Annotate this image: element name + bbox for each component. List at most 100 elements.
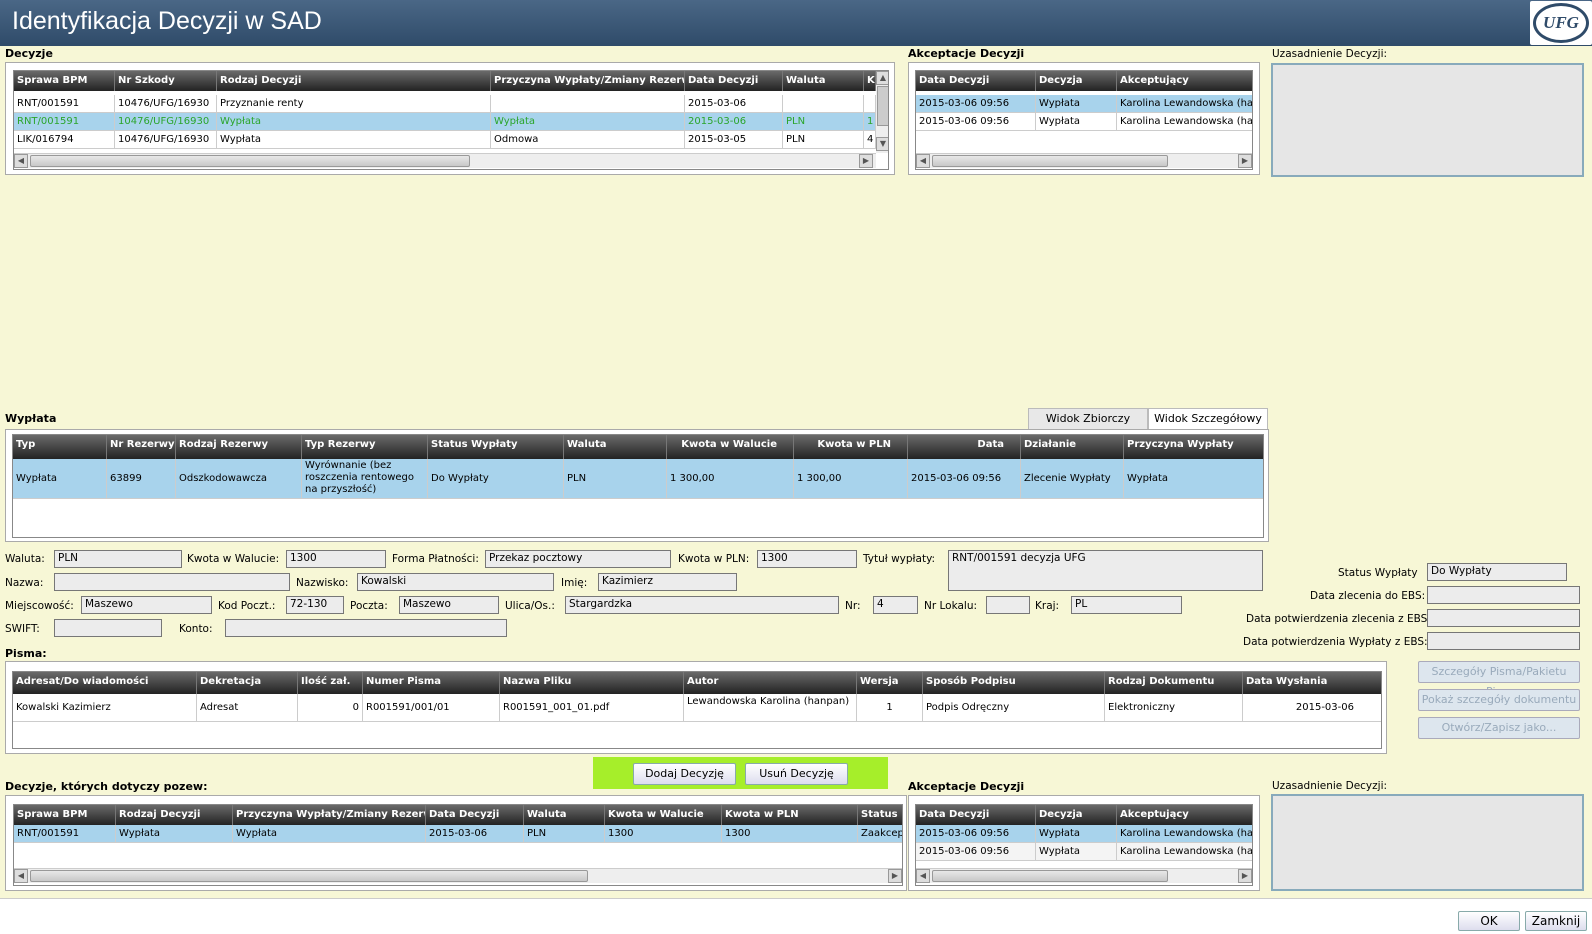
col-rodzaj-decyzji[interactable]: Rodzaj Decyzji <box>217 71 491 91</box>
horizontal-scrollbar[interactable]: ◀ ▶ <box>916 868 1252 883</box>
col-ilosc-zal[interactable]: Ilość zał. <box>298 672 363 694</box>
col-data-decyzji[interactable]: Data Decyzji <box>685 71 783 91</box>
scroll-thumb[interactable] <box>30 155 470 167</box>
col-adresat[interactable]: Adresat/Do wiadomości <box>13 672 197 694</box>
tab-widok-zbiorczy[interactable]: Widok Zbiorczy <box>1028 408 1148 430</box>
scroll-down-icon[interactable]: ▼ <box>876 137 888 151</box>
scroll-up-icon[interactable]: ▲ <box>876 71 888 85</box>
poczta-field[interactable]: Maszewo <box>399 596 499 614</box>
col-akceptujacy[interactable]: Akceptujący <box>1117 71 1252 91</box>
scroll-left-icon[interactable]: ◀ <box>14 869 28 883</box>
col-typ[interactable]: Typ <box>13 435 107 459</box>
horizontal-scrollbar[interactable]: ◀ ▶ <box>14 868 902 883</box>
col-data[interactable]: Data <box>908 435 1021 459</box>
scroll-left-icon[interactable]: ◀ <box>916 154 930 168</box>
close-button[interactable]: Zamknij <box>1525 911 1587 931</box>
tytul-wyplaty-field[interactable]: RNT/001591 decyzja UFG <box>948 550 1263 591</box>
open-save-button[interactable]: Otwórz/Zapisz jako... <box>1418 717 1580 739</box>
scroll-thumb[interactable] <box>877 86 888 126</box>
col-akceptujacy[interactable]: Akceptujący <box>1117 805 1252 825</box>
col-waluta[interactable]: Waluta <box>524 805 605 825</box>
col-data-wyslania[interactable]: Data Wysłania <box>1243 672 1381 694</box>
scroll-right-icon[interactable]: ▶ <box>1238 869 1252 883</box>
col-k[interactable]: K <box>864 71 876 91</box>
col-nr-rezerwy[interactable]: Nr Rezerwy <box>107 435 176 459</box>
horizontal-scrollbar[interactable]: ◀ ▶ <box>916 153 1252 168</box>
data-potw-zlecenia-field[interactable] <box>1427 609 1580 627</box>
horizontal-scrollbar[interactable]: ◀ ▶ <box>14 153 876 168</box>
nr-lokalu-field[interactable] <box>986 596 1030 614</box>
col-przyczyna[interactable]: Przyczyna Wypłaty/Zmiany Rezerwy <box>491 71 685 91</box>
ulica-field[interactable]: Stargardzka <box>565 596 839 614</box>
col-status[interactable]: Status <box>858 805 902 825</box>
data-zlecenia-field[interactable] <box>1427 586 1580 604</box>
col-sprawa-bpm[interactable]: Sprawa BPM <box>14 71 115 91</box>
col-dzialanie[interactable]: Działanie <box>1021 435 1124 459</box>
col-waluta[interactable]: Waluta <box>564 435 667 459</box>
justification-bottom-textarea[interactable] <box>1271 794 1584 891</box>
vertical-scrollbar[interactable]: ▲ ▼ <box>876 71 888 153</box>
col-kwota-pln[interactable]: Kwota w PLN <box>722 805 858 825</box>
col-kwota-waluta[interactable]: Kwota w Walucie <box>667 435 794 459</box>
tab-widok-szczegolowy[interactable]: Widok Szczegółowy <box>1148 408 1268 430</box>
col-rodzaj-decyzji[interactable]: Rodzaj Decyzji <box>116 805 233 825</box>
nazwisko-field[interactable]: Kowalski <box>357 573 554 591</box>
add-decision-button[interactable]: Dodaj Decyzję <box>633 763 736 785</box>
miejscowosc-field[interactable]: Maszewo <box>81 596 212 614</box>
scroll-thumb[interactable] <box>30 870 588 882</box>
col-kwota-waluta[interactable]: Kwota w Walucie <box>605 805 722 825</box>
col-sposob-podpisu[interactable]: Sposób Podpisu <box>923 672 1105 694</box>
scroll-right-icon[interactable]: ▶ <box>888 869 902 883</box>
table-row[interactable]: Kowalski Kazimierz Adresat 0 R001591/001… <box>13 694 1381 722</box>
table-row-selected[interactable]: RNT/001591 Wypłata Wypłata 2015-03-06 PL… <box>14 825 902 843</box>
col-wersja[interactable]: Wersja <box>857 672 923 694</box>
table-row-selected[interactable]: 2015-03-06 09:56 Wypłata Karolina Lewand… <box>916 95 1252 113</box>
document-details-button[interactable]: Pokaż szczegóły dokumentu <box>1418 689 1580 711</box>
table-row-selected[interactable]: Wypłata 63899 Odszkodowawcza Wyrównanie … <box>13 459 1263 499</box>
table-row[interactable]: 2015-03-06 09:56 Wypłata Karolina Lewand… <box>916 113 1252 131</box>
col-nazwa-pliku[interactable]: Nazwa Pliku <box>500 672 684 694</box>
scroll-left-icon[interactable]: ◀ <box>14 154 28 168</box>
scroll-right-icon[interactable]: ▶ <box>1238 154 1252 168</box>
table-row-selected[interactable]: RNT/001591 10476/UFG/16930 Wypłata Wypła… <box>14 113 876 131</box>
konto-field[interactable] <box>225 619 507 637</box>
col-przyczyna-wyplaty[interactable]: Przyczyna Wypłaty <box>1124 435 1263 459</box>
table-row[interactable]: RNT/001591 10476/UFG/16930 Przyznanie re… <box>14 95 876 113</box>
col-status-wyplaty[interactable]: Status Wypłaty <box>428 435 564 459</box>
imie-field[interactable]: Kazimierz <box>598 573 737 591</box>
data-potw-wyplaty-field[interactable] <box>1427 632 1580 650</box>
col-nr-szkody[interactable]: Nr Szkody <box>115 71 217 91</box>
kraj-field[interactable]: PL <box>1071 596 1182 614</box>
scroll-thumb[interactable] <box>932 155 1168 167</box>
nr-field[interactable]: 4 <box>873 596 918 614</box>
table-row[interactable]: LIK/016794 10476/UFG/16930 Wypłata Odmow… <box>14 131 876 149</box>
col-data-decyzji[interactable]: Data Decyzji <box>426 805 524 825</box>
col-waluta[interactable]: Waluta <box>783 71 864 91</box>
col-rodzaj-rezerwy[interactable]: Rodzaj Rezerwy <box>176 435 302 459</box>
waluta-field[interactable]: PLN <box>54 550 182 568</box>
col-sprawa-bpm[interactable]: Sprawa BPM <box>14 805 116 825</box>
col-decyzja[interactable]: Decyzja <box>1036 805 1117 825</box>
kod-pocztowy-field[interactable]: 72-130 <box>286 596 344 614</box>
col-numer-pisma[interactable]: Numer Pisma <box>363 672 500 694</box>
col-data[interactable]: Data Decyzji <box>916 805 1036 825</box>
col-rodzaj-dokumentu[interactable]: Rodzaj Dokumentu <box>1105 672 1243 694</box>
col-decyzja[interactable]: Decyzja <box>1036 71 1117 91</box>
justification-textarea[interactable] <box>1271 63 1584 177</box>
status-wyplaty-field[interactable]: Do Wypłaty <box>1427 563 1567 581</box>
scroll-right-icon[interactable]: ▶ <box>859 154 873 168</box>
forma-platnosci-field[interactable]: Przekaz pocztowy <box>485 550 671 568</box>
scroll-left-icon[interactable]: ◀ <box>916 869 930 883</box>
col-autor[interactable]: Autor <box>684 672 857 694</box>
letter-details-button[interactable]: Szczegóły Pisma/Pakietu Pism <box>1418 661 1580 698</box>
nazwa-field[interactable] <box>54 573 290 591</box>
col-data[interactable]: Data Decyzji <box>916 71 1036 91</box>
col-dekretacja[interactable]: Dekretacja <box>197 672 298 694</box>
col-przyczyna[interactable]: Przyczyna Wypłaty/Zmiany Rezerwy <box>233 805 426 825</box>
ok-button[interactable]: OK <box>1458 911 1520 931</box>
scroll-thumb[interactable] <box>932 870 1168 882</box>
col-typ-rezerwy[interactable]: Typ Rezerwy <box>302 435 428 459</box>
remove-decision-button[interactable]: Usuń Decyzję <box>745 763 848 785</box>
kwota-waluta-field[interactable]: 1300 <box>286 550 386 568</box>
table-row[interactable]: 2015-03-06 09:56 Wypłata Karolina Lewand… <box>916 843 1252 861</box>
